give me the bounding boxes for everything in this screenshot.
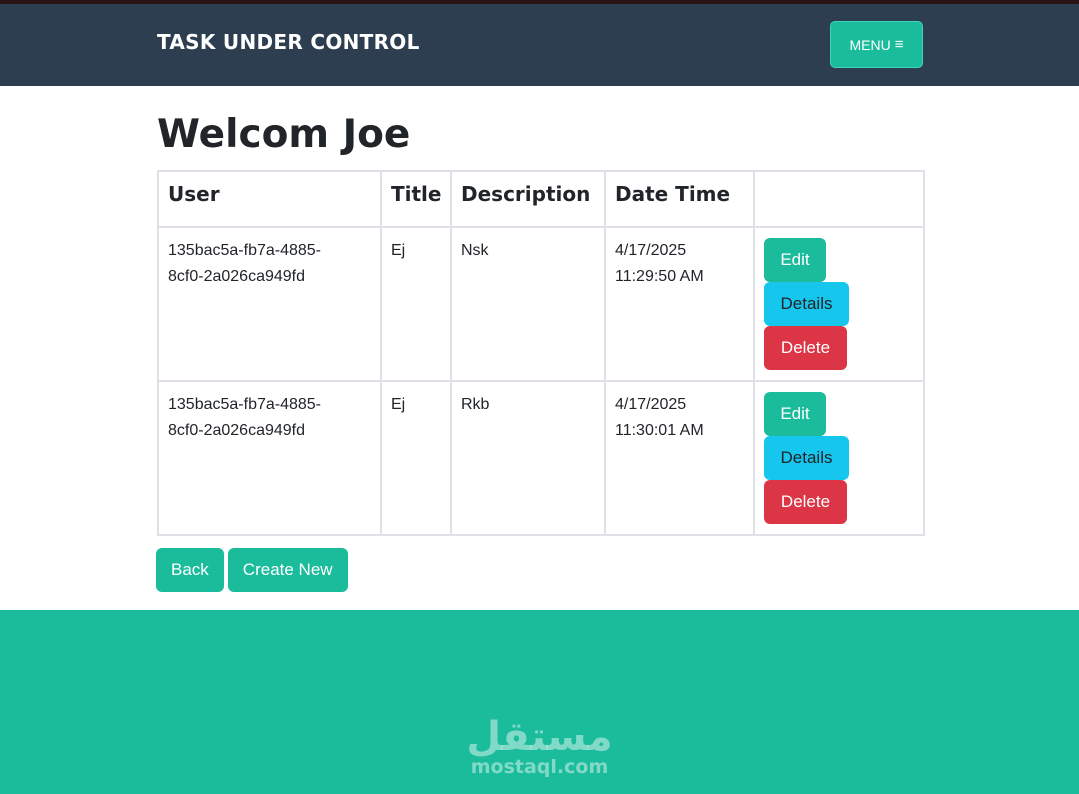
cell-actions: Edit Details Delete (753, 380, 925, 536)
edit-button[interactable]: Edit (764, 238, 826, 282)
cell-title: Ej (380, 380, 452, 536)
user-id-line: 135bac5a-fb7a-4885- (168, 242, 322, 259)
watermark-logo-arabic: مستقل (466, 714, 613, 760)
header-user: User (157, 170, 382, 228)
cell-description: Rkb (450, 380, 606, 536)
cell-date-time: 4/17/2025 11:29:50 AM (604, 226, 755, 382)
cell-user: 135bac5a-fb7a-4885- 8cf0-2a026ca949fd (157, 380, 382, 536)
footer: مستقل mostaql.com (0, 610, 1079, 794)
user-id-line: 135bac5a-fb7a-4885- (168, 396, 322, 413)
navbar: TASK UNDER CONTROL MENU ≡ (0, 4, 1079, 86)
delete-button[interactable]: Delete (764, 326, 847, 370)
cell-title: Ej (380, 226, 452, 382)
table-row: 135bac5a-fb7a-4885- 8cf0-2a026ca949fd Ej… (157, 380, 925, 536)
table-header-row: User Title Description Date Time (157, 170, 925, 228)
brand-title[interactable]: TASK UNDER CONTROL (157, 30, 420, 54)
time-line: 11:30:01 AM (615, 422, 704, 439)
table-row: 135bac5a-fb7a-4885- 8cf0-2a026ca949fd Ej… (157, 226, 925, 382)
details-button[interactable]: Details (764, 436, 849, 480)
header-description: Description (450, 170, 606, 228)
header-actions (753, 170, 925, 228)
tasks-table: User Title Description Date Time 135bac5… (157, 170, 925, 536)
details-button[interactable]: Details (764, 282, 849, 326)
user-id-line: 8cf0-2a026ca949fd (168, 268, 305, 285)
create-new-button[interactable]: Create New (227, 548, 348, 592)
header-title: Title (380, 170, 452, 228)
time-line: 11:29:50 AM (615, 268, 704, 285)
edit-button[interactable]: Edit (764, 392, 826, 436)
menu-button[interactable]: MENU ≡ (830, 21, 923, 68)
cell-user: 135bac5a-fb7a-4885- 8cf0-2a026ca949fd (157, 226, 382, 382)
delete-button[interactable]: Delete (764, 480, 847, 524)
cell-date-time: 4/17/2025 11:30:01 AM (604, 380, 755, 536)
bars-icon: ≡ (894, 36, 904, 53)
cell-actions: Edit Details Delete (753, 226, 925, 382)
bottom-actions: Back Create New (156, 548, 348, 592)
date-line: 4/17/2025 (615, 242, 687, 259)
header-date-time: Date Time (604, 170, 755, 228)
back-button[interactable]: Back (156, 548, 224, 592)
cell-description: Nsk (450, 226, 606, 382)
date-line: 4/17/2025 (615, 396, 687, 413)
menu-label: MENU (849, 36, 891, 53)
watermark-logo-text: mostaql.com (470, 756, 609, 778)
page-title: Welcom Joe (157, 112, 411, 157)
user-id-line: 8cf0-2a026ca949fd (168, 422, 305, 439)
